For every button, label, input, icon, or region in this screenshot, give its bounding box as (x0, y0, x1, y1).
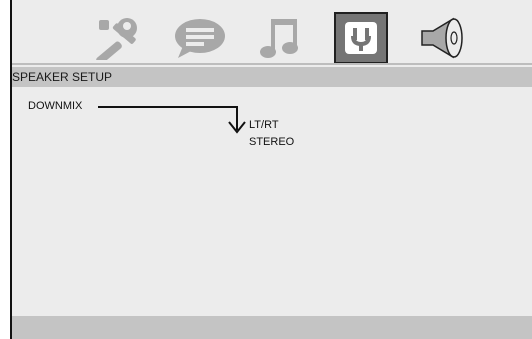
section-title: SPEAKER SETUP (12, 70, 113, 84)
audio-setup-tab[interactable] (256, 10, 306, 66)
speaker-connector-icon (345, 22, 377, 54)
osd-screen: SPEAKER SETUP DOWNMIX LT/RT STEREO (10, 0, 532, 339)
downmix-label[interactable]: DOWNMIX (28, 100, 82, 112)
connector-line (98, 106, 238, 108)
language-setup-tab[interactable] (170, 10, 230, 66)
wrench-screwdriver-icon (96, 18, 137, 60)
speaker-setup-tab[interactable] (334, 12, 388, 64)
icon-bar-divider (12, 63, 532, 65)
setup-icon-bar (12, 10, 532, 66)
option-stereo[interactable]: STEREO (249, 136, 294, 148)
music-note-icon (260, 19, 298, 58)
section-header: SPEAKER SETUP (12, 67, 532, 87)
volume-tab[interactable] (416, 10, 470, 66)
status-bar (12, 316, 532, 339)
option-lt-rt[interactable]: LT/RT (249, 119, 279, 131)
general-setup-tab[interactable] (90, 10, 142, 66)
loudspeaker-icon (421, 17, 463, 59)
speech-bubble-icon (175, 19, 225, 58)
arrow-down-icon (228, 121, 246, 134)
